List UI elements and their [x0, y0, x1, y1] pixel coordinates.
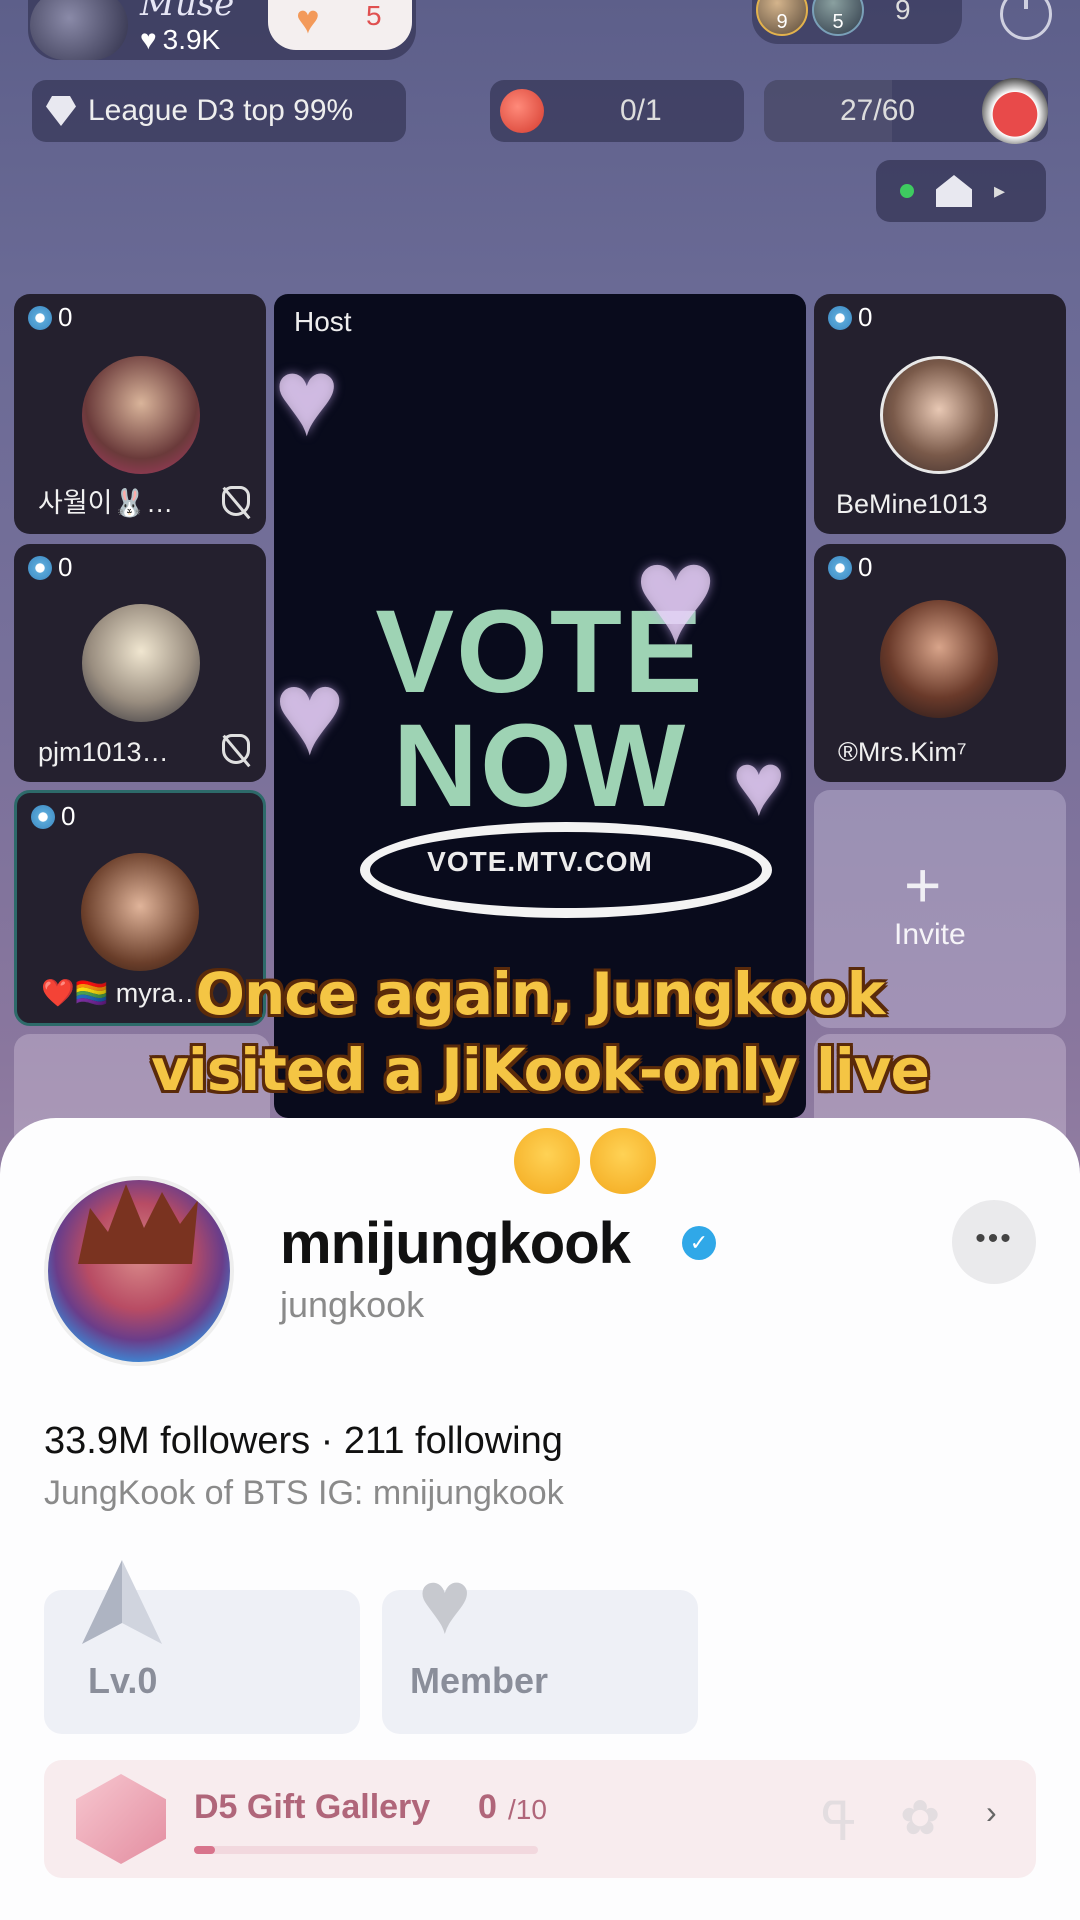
- score-icon: [828, 305, 852, 330]
- avatar[interactable]: [880, 600, 998, 718]
- audience-count: 9: [895, 0, 911, 25]
- seat-name: BeMine1013: [836, 489, 988, 519]
- audience-avatar-badge: 9: [776, 11, 788, 33]
- bubble-heart-icon: ♥: [274, 336, 340, 459]
- room-name: Muse: [140, 0, 235, 24]
- seat-name: pjm1013…: [38, 737, 169, 767]
- seat-score-value: 0: [58, 302, 73, 332]
- task-progress-pill[interactable]: 0/1: [490, 80, 744, 142]
- plus-icon: +: [904, 849, 942, 921]
- seat-2[interactable]: 0 pjm1013…: [14, 544, 266, 782]
- gift-heart-icon: ♥: [296, 0, 320, 42]
- member-label: Member: [410, 1660, 549, 1701]
- bubble-heart-icon: ♥: [732, 735, 786, 835]
- caption-line-1: Once again, Jungkook: [195, 960, 886, 1028]
- profile-bio: JungKook of BTS IG: mnijungkook: [44, 1474, 564, 1512]
- score-icon: [31, 804, 55, 829]
- seat-5[interactable]: 0 ®Mrs.Kim⁷: [814, 544, 1066, 782]
- score-icon: [828, 555, 852, 580]
- swirl-decoration: [287, 294, 806, 606]
- mic-muted-icon: [222, 486, 250, 516]
- avatar-hair: [78, 1184, 198, 1264]
- level-progress-text: 27/60: [840, 94, 916, 127]
- chevron-right-icon: ›: [986, 1794, 997, 1830]
- league-label: League D3 top 99%: [88, 94, 354, 127]
- heart-icon: ♥: [140, 24, 157, 55]
- home-play-icon: [936, 175, 972, 207]
- invite-label: Invite: [894, 918, 966, 951]
- gallery-count: 0: [478, 1788, 497, 1826]
- seat-score: 0: [828, 302, 872, 333]
- member-heart-icon: ♥: [418, 1553, 472, 1653]
- bunny-gift-icon: ߟ: [820, 1792, 860, 1852]
- profile-handle: jungkook: [280, 1284, 425, 1325]
- gallery-title: D5 Gift Gallery: [194, 1788, 431, 1826]
- seat-name: ®Mrs.Kim⁷: [838, 737, 967, 767]
- room-likes: ♥ 3.9K: [140, 24, 220, 56]
- mascot-icon[interactable]: [982, 78, 1048, 144]
- fox-gift-icon: ✿: [900, 1792, 941, 1845]
- crying-emoji-icon: [514, 1128, 580, 1194]
- seat-score-value: 0: [58, 552, 73, 582]
- more-options-button[interactable]: •••: [952, 1200, 1036, 1284]
- mic-muted-icon: [222, 734, 250, 764]
- gift-count: 5: [366, 0, 382, 31]
- vote-url: VOTE.MTV.COM: [427, 846, 653, 877]
- seat-score-value: 0: [858, 552, 873, 582]
- level-label: Lv.0: [88, 1660, 158, 1701]
- task-icon: [500, 89, 544, 133]
- seat-4[interactable]: 0 BeMine1013: [814, 294, 1066, 534]
- seat-score: 0: [828, 552, 872, 583]
- bubble-heart-icon: ♥: [274, 646, 346, 780]
- league-badge[interactable]: League D3 top 99%: [32, 80, 406, 142]
- avatar[interactable]: [82, 356, 200, 474]
- follow-stats[interactable]: 33.9M followers · 211 following: [44, 1420, 563, 1463]
- status-dot-icon: [900, 184, 914, 198]
- score-icon: [28, 555, 52, 580]
- seat-score-value: 0: [61, 801, 76, 831]
- avatar[interactable]: [82, 604, 200, 722]
- avatar[interactable]: [880, 356, 998, 474]
- room-avatar[interactable]: [30, 0, 128, 60]
- audience-avatar-badge: 5: [832, 11, 844, 33]
- vote-line-2: NOW: [392, 700, 688, 832]
- power-icon[interactable]: [1000, 0, 1052, 40]
- gallery-total: /10: [508, 1794, 547, 1825]
- seat-score: 0: [28, 552, 72, 583]
- seat-score-value: 0: [858, 302, 873, 332]
- avatar[interactable]: [81, 853, 199, 971]
- seat-score: 0: [31, 801, 75, 832]
- profile-avatar[interactable]: [44, 1176, 234, 1366]
- bubble-heart-icon: ♥: [634, 516, 718, 673]
- caption-line-2: visited a JiKook-only live: [151, 1036, 930, 1104]
- gift-pill[interactable]: [268, 0, 412, 50]
- host-label: Host: [294, 306, 352, 337]
- gallery-progress-bar: [194, 1846, 538, 1854]
- score-icon: [28, 305, 52, 330]
- gallery-progress-fill: [194, 1846, 215, 1854]
- diamond-icon: [46, 96, 76, 126]
- chevron-right-icon: ▸: [994, 178, 1006, 203]
- profile-display-name: mnijungkook: [280, 1211, 631, 1276]
- video-caption: Once again, Jungkook visited a JiKook-on…: [0, 956, 1080, 1108]
- seat-name: 사월이🐰…: [38, 488, 174, 518]
- room-mode-toggle[interactable]: ▸: [876, 160, 1046, 222]
- likes-count: 3.9K: [162, 24, 221, 55]
- surprised-emoji-icon: [590, 1128, 656, 1194]
- verified-badge-icon: ✓: [682, 1226, 716, 1260]
- seat-1[interactable]: 0 사월이🐰…: [14, 294, 266, 534]
- task-progress-text: 0/1: [620, 94, 662, 127]
- seat-score: 0: [28, 302, 72, 333]
